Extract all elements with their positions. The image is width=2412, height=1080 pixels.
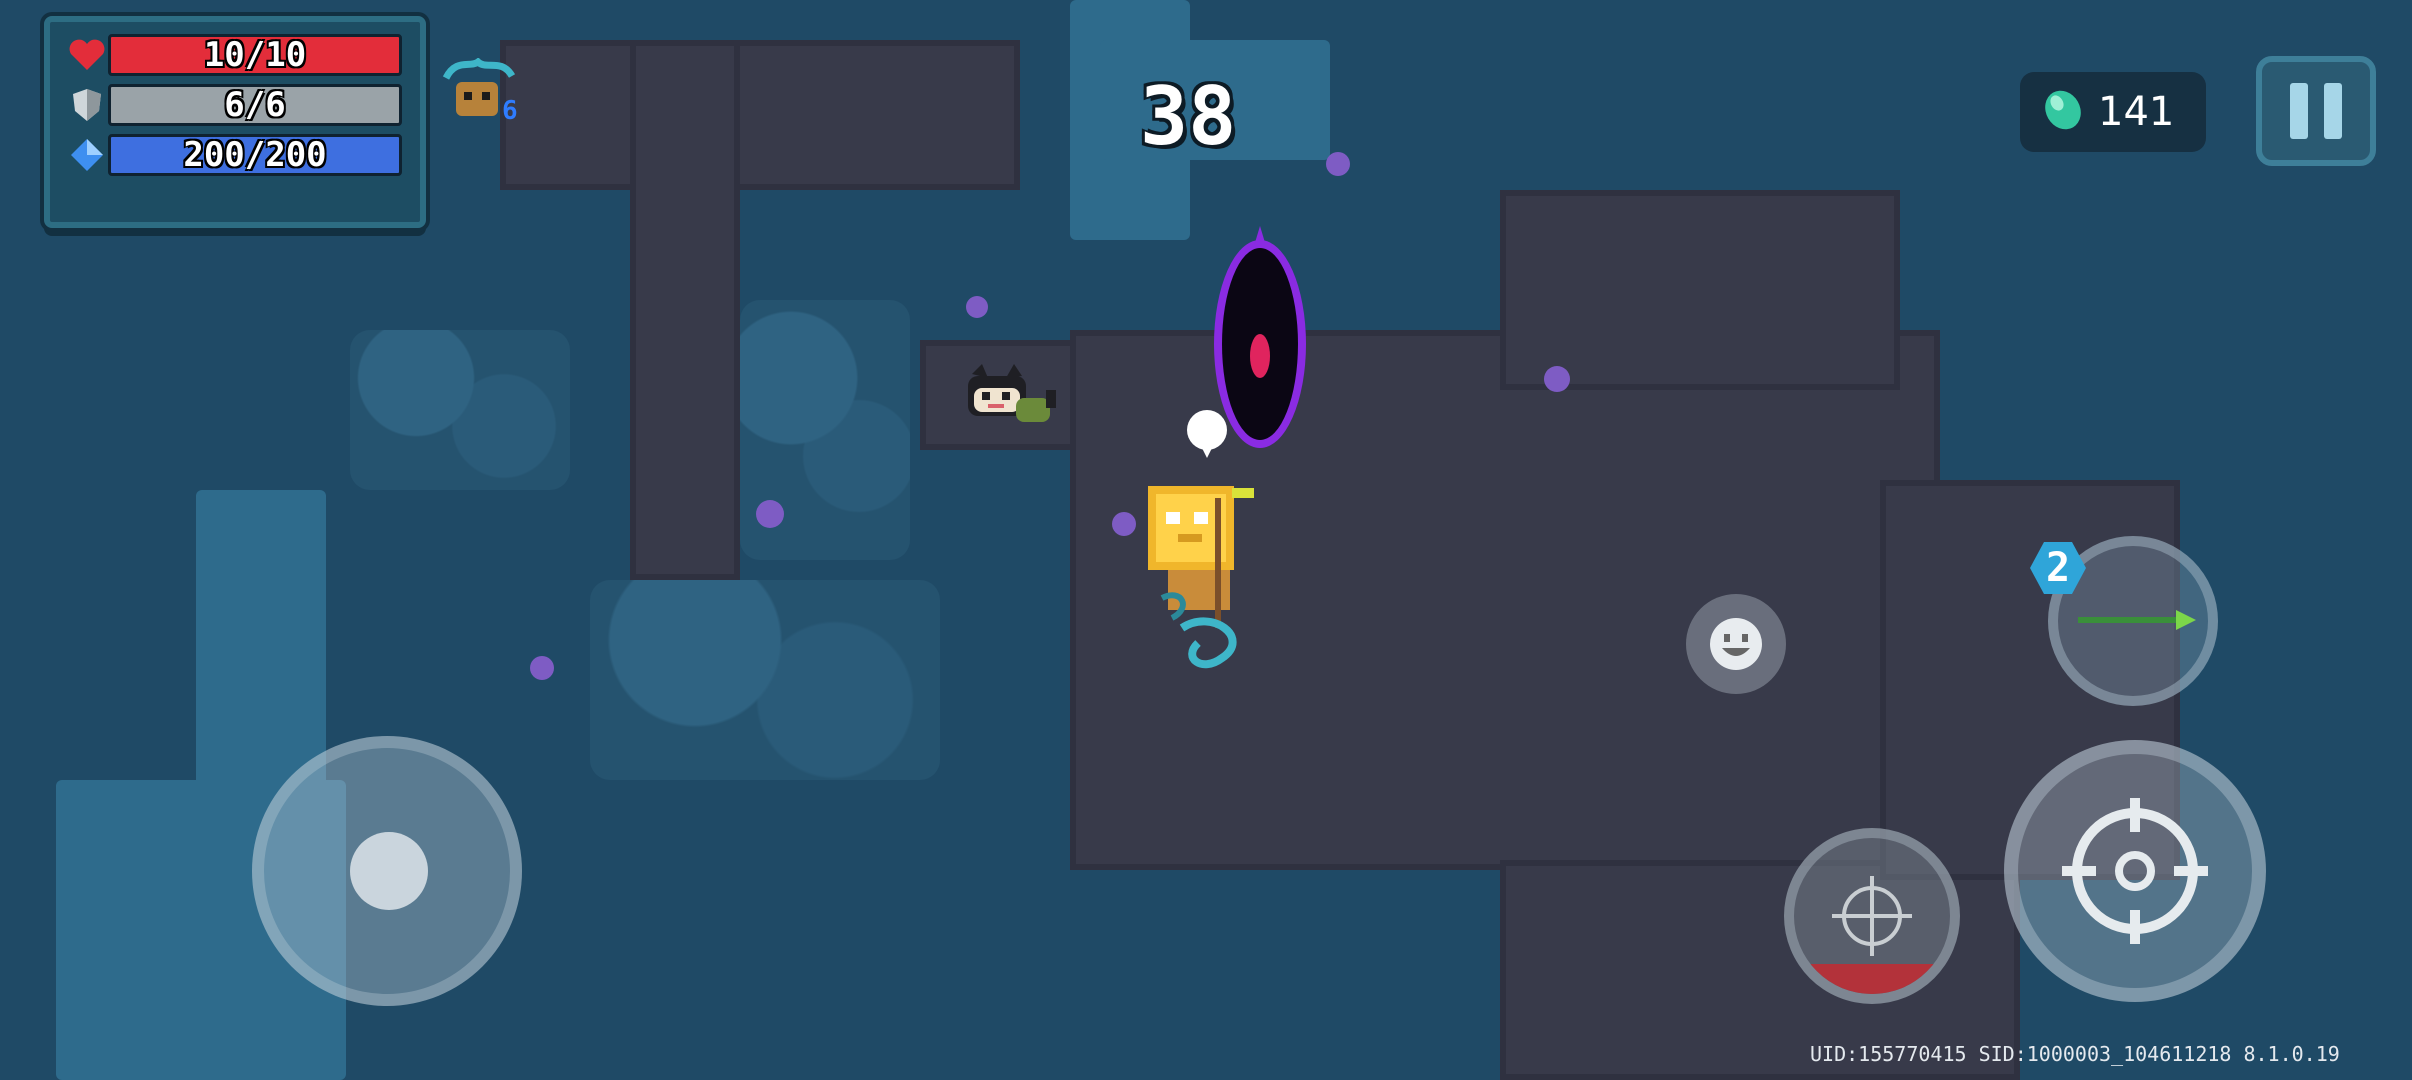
purple-flower [756, 500, 784, 528]
dungeon-path-upper [500, 40, 1020, 190]
energy-bar-row: 200/200 [66, 134, 402, 176]
gem-counter: 141 [2020, 72, 2206, 152]
session-ids-text: UID:155770415 SID:1000003_104611218 8.1.… [1810, 1042, 2340, 1066]
player-stats-panel: 10/10 6/6 200/200 [44, 16, 426, 228]
dungeon-path-vertical [630, 40, 740, 580]
pause-button[interactable] [2256, 56, 2376, 166]
skill-button[interactable] [1784, 828, 1960, 1004]
armor-bar: 6/6 [108, 84, 402, 126]
player-character [1142, 478, 1282, 678]
purple-flower [966, 296, 988, 318]
cat-pet-sprite [960, 364, 1060, 432]
purple-flower [530, 656, 554, 680]
crosshair-icon [2062, 798, 2208, 944]
purple-flower [1544, 366, 1570, 392]
emote-button[interactable] [1686, 594, 1786, 694]
gem-icon [2040, 87, 2086, 137]
wave-timer: 38 [1140, 70, 1237, 163]
health-bar-row: 10/10 [66, 34, 402, 76]
energy-bar: 200/200 [108, 134, 402, 176]
interaction-marker [1186, 410, 1228, 458]
health-bar: 10/10 [108, 34, 402, 76]
joystick-knob[interactable] [350, 832, 428, 910]
crosshair-skill-icon [1794, 876, 1950, 994]
purple-flower [1326, 152, 1350, 176]
gem-count: 141 [2098, 89, 2175, 135]
dungeon-room-upper-right [1500, 190, 1900, 390]
attack-button[interactable] [2004, 740, 2266, 1002]
bush-cluster [350, 330, 570, 490]
shield-icon [66, 86, 108, 124]
smiley-face-icon [1710, 618, 1762, 670]
bush-cluster [590, 580, 940, 780]
armor-value: 6/6 [224, 85, 286, 125]
energy-diamond-icon [66, 136, 108, 174]
energy-value: 200/200 [183, 135, 327, 175]
armor-bar-row: 6/6 [66, 84, 402, 126]
pause-icon [2290, 83, 2308, 139]
pause-icon [2324, 83, 2342, 139]
health-value: 10/10 [203, 35, 307, 75]
buff-stack-count: 6 [502, 96, 518, 126]
heart-icon [66, 36, 108, 74]
purple-flower [1112, 512, 1136, 536]
